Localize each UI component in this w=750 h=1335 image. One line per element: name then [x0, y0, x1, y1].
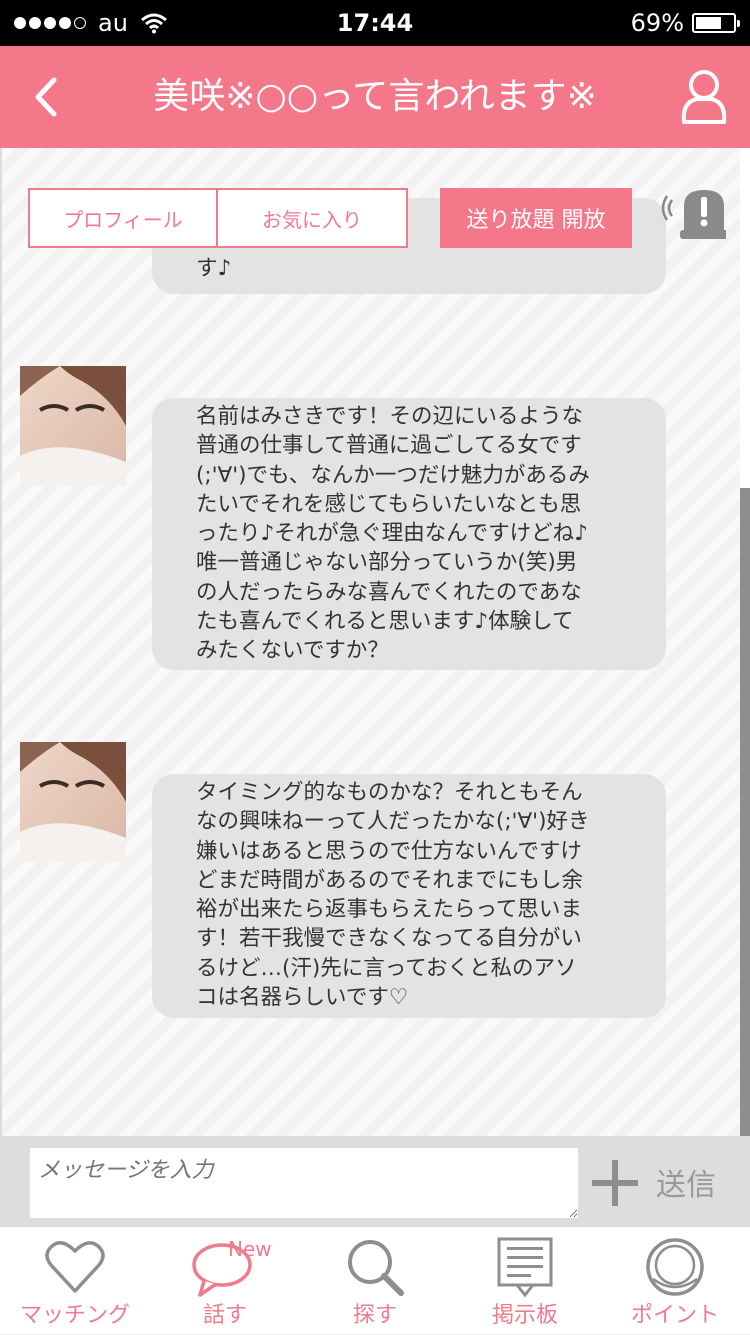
profile-tabs: プロフィール お気に入り — [28, 188, 408, 248]
message-bubble-2: 名前はみさきです！その辺にいるような 普通の仕事して普通に過ごしてる女です (;… — [152, 398, 666, 670]
message-input[interactable] — [30, 1148, 578, 1218]
message-bubble-3: タイミング的なものかな？それともそん なの興味ねーって人だったかな(;'∀')好… — [152, 774, 666, 1018]
tab-search[interactable]: 探す — [300, 1227, 450, 1335]
message-3-line-4: どまだ時間があるのでそれまでにもし余 — [196, 867, 584, 893]
message-2-line-8: たも喜んでくれると思います♪体験して — [196, 609, 574, 635]
unlimited-send-button[interactable]: 送り放題 開放 — [440, 188, 632, 248]
message-2-line-1: 名前はみさきです！その辺にいるような — [196, 404, 584, 429]
heart-icon — [45, 1241, 105, 1293]
sender-avatar[interactable] — [20, 742, 126, 862]
tab-favorite[interactable]: お気に入り — [218, 188, 408, 248]
app-header: 美咲※○○って言われます※ — [0, 46, 750, 148]
sender-avatar[interactable] — [20, 366, 126, 486]
tab-talk[interactable]: New 話す — [150, 1227, 300, 1335]
message-3-line-7: るけど…(汗)先に言っておくと私のアソ — [196, 955, 577, 981]
message-3-line-5: 裕が出来たら返事もらえたらって思いま — [196, 897, 582, 923]
tab-label: マッチング — [19, 1303, 130, 1328]
battery-fill — [696, 17, 721, 29]
message-2-line-6: 唯一普通じゃない部分っていうか(笑)男 — [196, 550, 578, 576]
tab-label: ポイント — [630, 1303, 719, 1328]
message-3-line-6: す！若干我慢できなくなってる自分がい — [196, 926, 582, 952]
user-icon[interactable] — [678, 68, 730, 126]
message-3-line-3: 嫌いはあると思うので仕方ないんですけ — [196, 838, 582, 864]
coin-icon — [646, 1238, 704, 1296]
message-3-line-2: なの興味ねーって人だったかな(;'∀')好き — [196, 809, 590, 835]
tab-label: 話す — [202, 1303, 247, 1328]
message-2-line-4: たいでそれを感じてもらいたいなとも思 — [196, 491, 582, 517]
search-icon — [348, 1240, 404, 1296]
message-3-line-1: タイミング的なものかな？それともそん — [196, 780, 583, 805]
status-right: 69% — [630, 0, 740, 46]
chat-area[interactable]: す♪ プロフィール お気に入り 送り放題 開放 名前はみさきです！その辺にいるよ… — [0, 148, 740, 1136]
tab-board[interactable]: 掲示板 — [450, 1227, 600, 1335]
board-icon — [497, 1237, 553, 1298]
back-chevron-icon[interactable] — [26, 70, 70, 124]
scrollbar-thumb[interactable] — [740, 488, 750, 1136]
avatar-photo — [20, 742, 126, 862]
message-1-line-1: す♪ — [196, 256, 232, 281]
message-2-line-9: みたくないですか？ — [196, 638, 389, 664]
new-badge: New — [228, 1237, 272, 1261]
message-3-line-8: コは名器らしいです♡ — [196, 985, 409, 1011]
message-2-line-3: (;'∀')でも、なんか一つだけ魅力があるみ — [196, 462, 590, 488]
status-bar: au 17:44 69% — [0, 0, 750, 46]
message-2-line-2: 普通の仕事して普通に過ごしてる女です — [196, 433, 582, 459]
tab-matching[interactable]: マッチング — [0, 1227, 150, 1335]
tab-label: 探す — [352, 1303, 397, 1328]
bottom-tab-bar: マッチング New 話す 探す 掲示板 ポイント — [0, 1226, 750, 1334]
message-2-line-7: の人だったらみな喜んでくれたのであな — [196, 579, 582, 605]
alert-siren-icon[interactable] — [658, 184, 726, 242]
avatar-photo — [20, 366, 126, 486]
battery-percent: 69% — [630, 9, 684, 37]
message-2-line-5: ったり♪それが急ぐ理由なんですけどね♪ — [196, 521, 588, 547]
plus-icon[interactable] — [592, 1160, 638, 1206]
tab-label: 掲示板 — [491, 1303, 558, 1328]
message-input-bar: 送信 — [0, 1136, 750, 1226]
send-button[interactable]: 送信 — [656, 1160, 716, 1204]
tab-points[interactable]: ポイント — [600, 1227, 750, 1335]
tab-profile[interactable]: プロフィール — [28, 188, 218, 248]
battery-icon — [692, 13, 740, 33]
chat-scrollbar[interactable] — [740, 148, 750, 1136]
page-title: 美咲※○○って言われます※ — [153, 76, 597, 117]
